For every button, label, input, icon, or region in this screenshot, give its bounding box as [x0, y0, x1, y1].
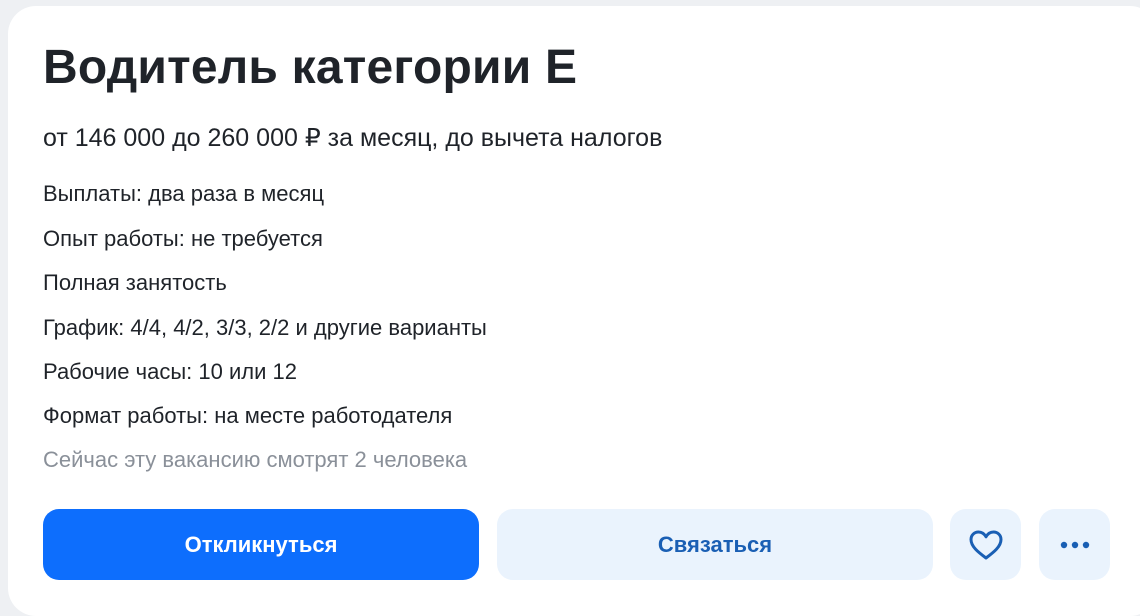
more-dots-icon [1060, 541, 1090, 549]
contact-button[interactable]: Связаться [497, 509, 933, 580]
detail-schedule: График: 4/4, 4/2, 3/3, 2/2 и другие вари… [43, 315, 487, 340]
detail-work-format: Формат работы: на месте работодателя [43, 403, 453, 428]
salary-range: от 146 000 до 260 000 ₽ за месяц, до выч… [43, 124, 663, 152]
detail-experience: Опыт работы: не требуется [43, 226, 323, 251]
favorite-button[interactable] [950, 509, 1021, 580]
detail-hours: Рабочие часы: 10 или 12 [43, 359, 297, 384]
vacancy-card: Водитель категории Е от 146 000 до 260 0… [8, 6, 1140, 616]
more-button[interactable] [1039, 509, 1110, 580]
viewers-note: Сейчас эту вакансию смотрят 2 человека [43, 447, 468, 472]
vacancy-title: Водитель категории Е [43, 41, 578, 94]
heart-icon [968, 529, 1004, 561]
detail-payments: Выплаты: два раза в месяц [43, 181, 325, 206]
detail-employment: Полная занятость [43, 270, 227, 295]
apply-button[interactable]: Откликнуться [43, 509, 479, 580]
